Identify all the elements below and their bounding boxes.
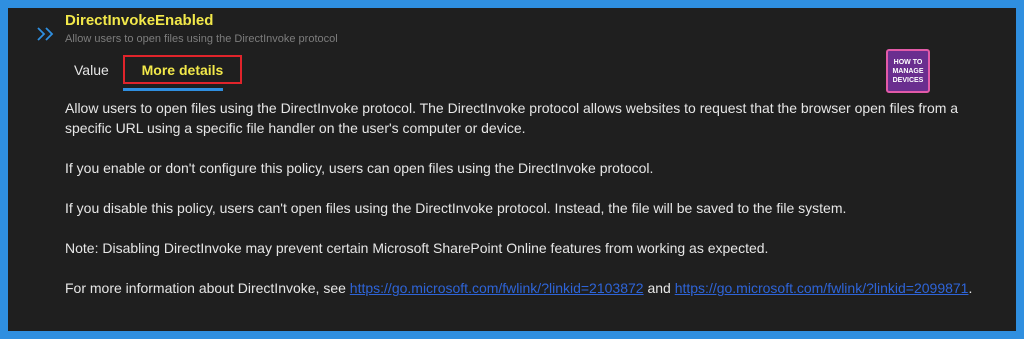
details-paragraph: If you disable this policy, users can't … xyxy=(65,200,847,216)
how-to-manage-devices-logo: HOW TO MANAGE DEVICES xyxy=(886,49,930,93)
policy-title: DirectInvokeEnabled xyxy=(65,12,214,29)
tab-more-details-label: More details xyxy=(141,61,224,78)
details-paragraph: If you enable or don't configure this po… xyxy=(65,160,654,176)
active-tab-indicator xyxy=(123,88,223,91)
details-paragraph: Note: Disabling DirectInvoke may prevent… xyxy=(65,240,769,256)
reference-link-1[interactable]: https://go.microsoft.com/fwlink/?linkid=… xyxy=(350,280,644,296)
tab-more-details[interactable]: More details xyxy=(123,55,242,84)
reference-link-2[interactable]: https://go.microsoft.com/fwlink/?linkid=… xyxy=(675,280,969,296)
details-content: Allow users to open files using the Dire… xyxy=(65,98,995,298)
details-paragraph: Allow users to open files using the Dire… xyxy=(65,100,959,136)
links-and: and xyxy=(643,280,675,296)
double-chevron-right-icon[interactable] xyxy=(36,26,56,42)
tab-value[interactable]: Value xyxy=(74,62,109,78)
policy-subtitle: Allow users to open files using the Dire… xyxy=(65,33,338,45)
details-paragraph-links: For more information about DirectInvoke,… xyxy=(65,278,995,298)
links-suffix: . xyxy=(968,280,973,296)
links-prefix: For more information about DirectInvoke,… xyxy=(65,280,350,296)
